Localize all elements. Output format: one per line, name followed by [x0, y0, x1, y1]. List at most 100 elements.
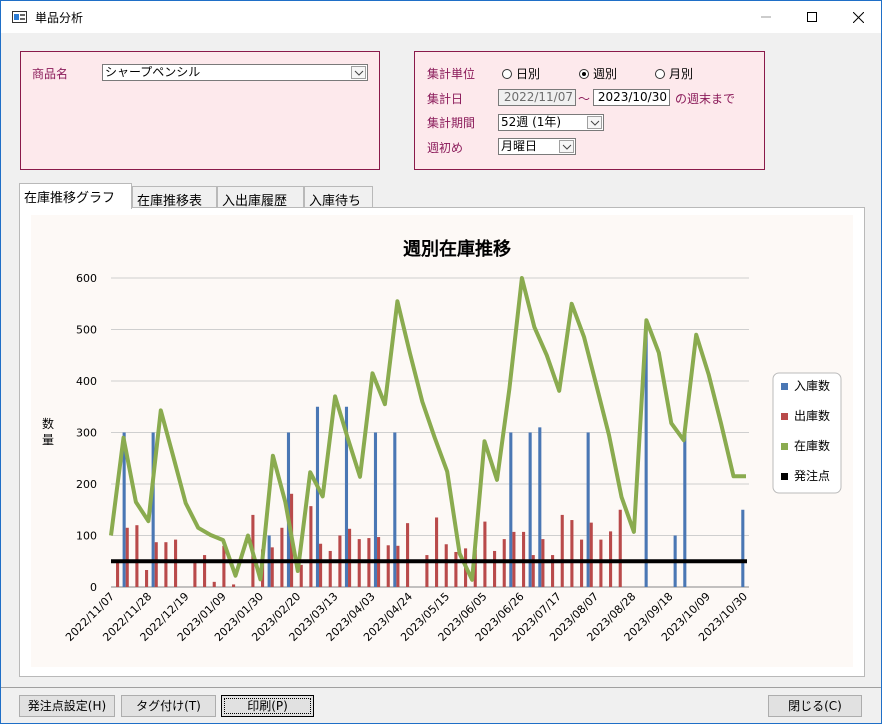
app-icon: [12, 11, 27, 23]
outbound-bar: [599, 539, 603, 587]
tab-stock-graph[interactable]: 在庫推移グラフ: [19, 183, 132, 209]
close-icon: [852, 11, 864, 23]
inbound-bar: [683, 432, 687, 587]
y-tick-label: 400: [76, 375, 97, 388]
outbound-bar: [348, 528, 352, 587]
outbound-bar: [280, 527, 284, 587]
inbound-bar: [528, 432, 532, 587]
radio-daily-label: 日別: [516, 67, 541, 81]
outbound-bar: [145, 570, 149, 587]
legend-swatch: [781, 413, 788, 420]
outbound-bar: [618, 509, 622, 587]
outbound-bar: [135, 525, 139, 587]
product-value: シャープペンシル: [105, 65, 201, 79]
window-title: 単品分析: [35, 11, 84, 25]
radio-circle-selected: [579, 68, 589, 79]
outbound-bar: [444, 544, 448, 587]
outbound-bar: [328, 550, 332, 587]
separator: [1, 687, 881, 688]
inbound-bar: [393, 432, 397, 587]
y-tick-label: 300: [76, 427, 97, 440]
chart-legend: 入庫数出庫数在庫数発注点: [772, 372, 842, 494]
legend-label: 在庫数: [794, 438, 830, 453]
inbound-bar: [586, 432, 590, 587]
chevron-down-icon: [562, 144, 572, 150]
period-select[interactable]: 52週 (1年): [498, 114, 604, 131]
minimize-button[interactable]: [743, 1, 789, 33]
radio-monthly[interactable]: 月別: [655, 65, 693, 82]
outbound-bar: [116, 561, 120, 587]
title-bar[interactable]: 単品分析: [1, 1, 881, 33]
product-select[interactable]: シャープペンシル: [102, 64, 368, 81]
date-to-value: 2023/10/30: [597, 90, 667, 104]
tag-button[interactable]: タグ付け(T): [121, 695, 216, 717]
outbound-bar: [164, 542, 168, 587]
inbound-bar: [741, 509, 745, 587]
y-tick-label: 600: [76, 272, 97, 285]
outbound-bar: [589, 522, 593, 587]
legend-label: 入庫数: [794, 378, 830, 393]
outbound-bar: [483, 521, 487, 587]
tab-stock-table[interactable]: 在庫推移表: [132, 186, 217, 209]
minimize-icon: [761, 16, 771, 18]
outbound-bar: [174, 539, 178, 587]
radio-monthly-label: 月別: [669, 67, 694, 81]
legend-swatch: [781, 383, 788, 390]
radio-daily[interactable]: 日別: [502, 65, 540, 82]
inbound-bar: [373, 432, 378, 587]
maximize-button[interactable]: [789, 1, 835, 33]
date-suffix: の週末まで: [675, 92, 736, 106]
outbound-bar: [319, 543, 323, 587]
legend-label: 発注点: [794, 468, 830, 483]
date-to-field[interactable]: 2023/10/30: [593, 89, 670, 106]
outbound-bar: [212, 581, 216, 587]
outbound-bar: [222, 545, 226, 587]
order-point-button[interactable]: 発注点設定(H): [19, 695, 115, 717]
chart-title: 週別在庫推移: [403, 238, 511, 260]
tab-history[interactable]: 入出庫履歴: [217, 186, 304, 209]
period-label: 集計期間: [427, 116, 476, 130]
print-button[interactable]: 印刷(P): [221, 695, 314, 717]
y-tick-label: 0: [90, 581, 97, 594]
unit-label: 集計単位: [427, 67, 476, 81]
outbound-bar: [154, 542, 158, 587]
date-label: 集計日: [427, 92, 464, 106]
radio-circle: [502, 68, 512, 79]
radio-weekly[interactable]: 週別: [579, 65, 617, 82]
close-window-button[interactable]: [835, 1, 881, 33]
chevron-down-icon: [354, 70, 364, 76]
radio-weekly-label: 週別: [593, 67, 618, 81]
weekstart-select[interactable]: 月曜日: [498, 138, 576, 155]
outbound-bar: [570, 520, 574, 587]
outbound-bar: [309, 506, 313, 587]
weekstart-label: 週初め: [427, 141, 464, 155]
outbound-bar: [396, 545, 400, 587]
outbound-bar: [435, 517, 439, 587]
y-axis-label: 数量: [42, 416, 54, 447]
radio-circle: [655, 68, 665, 79]
close-button[interactable]: 閉じる(C): [768, 695, 862, 717]
outbound-bar: [270, 547, 274, 587]
weekly-stock-chart: 週別在庫推移 数量 0100200300400500600 2022/11/07…: [42, 238, 842, 644]
dropdown-button[interactable]: [351, 66, 366, 79]
period-value: 52週 (1年): [501, 115, 562, 129]
outbound-bar: [125, 527, 129, 587]
outbound-bar: [193, 562, 197, 587]
legend-swatch: [781, 443, 788, 450]
y-tick-label: 100: [76, 530, 97, 543]
date-from-field: 2022/11/07: [498, 89, 576, 106]
chevron-down-icon: [590, 120, 600, 126]
dropdown-button[interactable]: [559, 140, 574, 153]
legend-swatch: [781, 473, 788, 480]
y-tick-label: 200: [76, 478, 97, 491]
outbound-bar: [454, 551, 458, 587]
product-label: 商品名: [32, 67, 69, 81]
outbound-bar: [609, 531, 613, 587]
outbound-bar: [406, 523, 410, 587]
outbound-bar: [560, 514, 564, 587]
main-window: 単品分析 商品名 シャープペンシル 集計単位 日別 週別 月別 集計日 2022…: [0, 0, 882, 724]
weekstart-value: 月曜日: [501, 139, 538, 153]
dropdown-button[interactable]: [587, 116, 602, 129]
legend-label: 出庫数: [794, 408, 830, 423]
tab-pending[interactable]: 入庫待ち: [304, 186, 373, 209]
